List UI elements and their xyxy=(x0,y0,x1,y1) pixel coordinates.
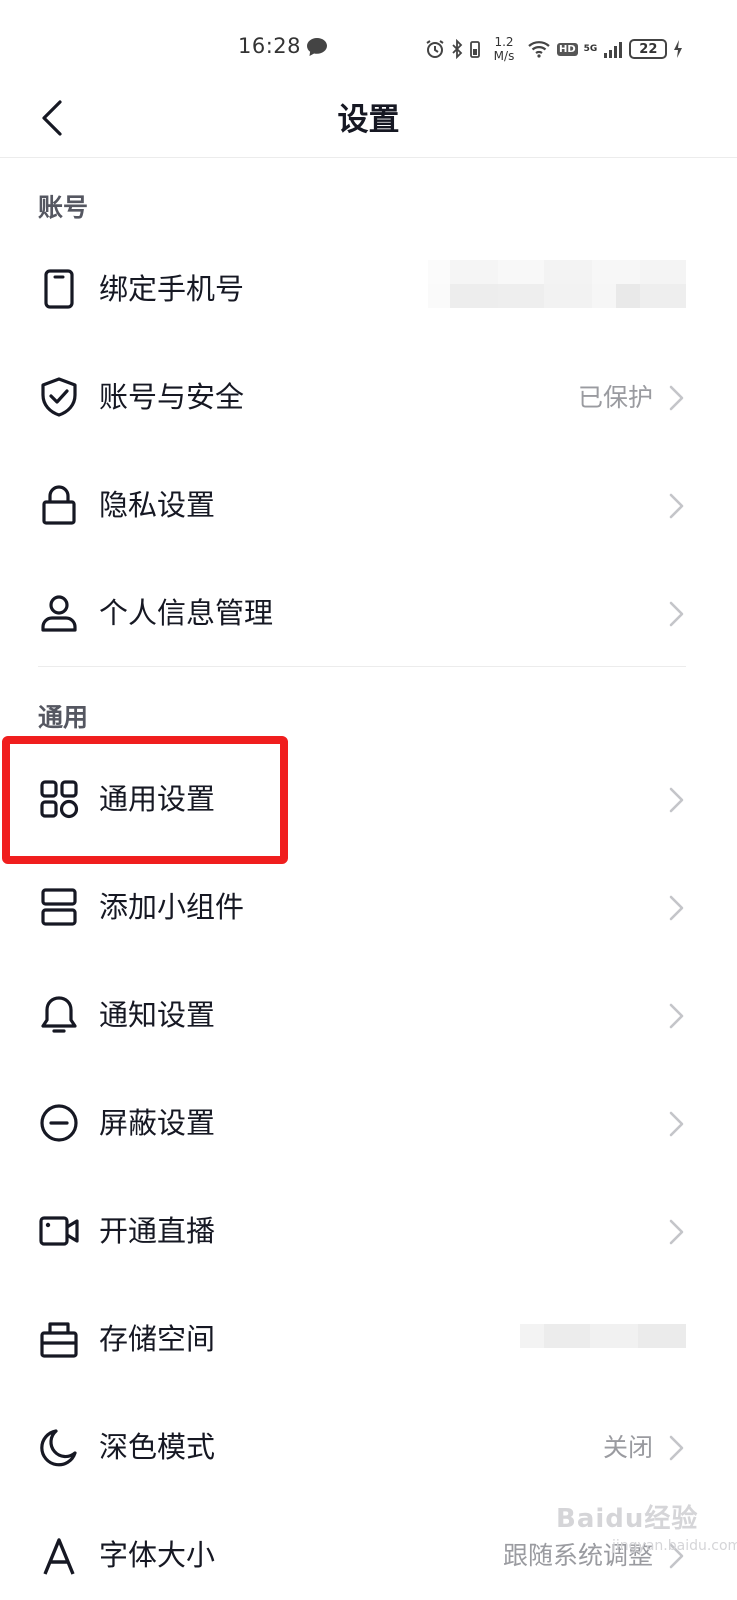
chevron-right-icon xyxy=(669,493,684,519)
row-label: 添加小组件 xyxy=(99,890,245,924)
wifi-icon xyxy=(528,41,550,58)
charging-icon xyxy=(674,40,683,58)
blurred-storage-size xyxy=(520,1324,686,1348)
vibrate-battery-icon xyxy=(470,41,480,58)
watermark-url: jingyan.baidu.com xyxy=(612,1538,737,1554)
blurred-phone-number xyxy=(428,260,686,308)
bluetooth-icon xyxy=(452,39,463,59)
chevron-right-icon xyxy=(669,1003,684,1029)
row-label: 账号与安全 xyxy=(99,380,245,414)
section-header-general: 通用 xyxy=(38,703,89,732)
phone-icon xyxy=(44,269,74,309)
moon-icon xyxy=(40,1429,77,1467)
status-bar: 16:28 1.2 M/s HD 5G 22 xyxy=(0,0,737,92)
row-bind-phone[interactable]: 绑定手机号 xyxy=(0,234,737,342)
row-value: 已保护 xyxy=(577,383,653,412)
person-icon xyxy=(41,595,77,632)
row-label: 屏蔽设置 xyxy=(99,1106,216,1140)
section-header-account: 账号 xyxy=(38,193,89,222)
row-add-widget[interactable]: 添加小组件 xyxy=(0,852,737,960)
status-time: 16:28 xyxy=(238,34,302,58)
row-privacy-settings[interactable]: 隐私设置 xyxy=(0,450,737,558)
chevron-right-icon xyxy=(669,601,684,627)
storage-icon xyxy=(40,1322,78,1358)
alarm-icon xyxy=(426,40,444,58)
speed-unit: M/s xyxy=(493,49,515,63)
row-label: 隐私设置 xyxy=(99,488,216,522)
row-storage[interactable]: 存储空间 xyxy=(0,1284,737,1392)
block-icon xyxy=(40,1104,78,1142)
video-camera-icon xyxy=(39,1216,79,1246)
shield-check-icon xyxy=(41,377,77,417)
status-icons: 1.2 M/s HD 5G 22 xyxy=(425,32,683,66)
font-icon xyxy=(43,1538,75,1575)
row-value: 关闭 xyxy=(602,1433,653,1462)
network-type: 5G xyxy=(583,44,598,54)
speed-value: 1.2 xyxy=(494,35,514,49)
signal-icon xyxy=(604,42,623,58)
section-divider xyxy=(38,666,686,667)
nav-bar: 设置 xyxy=(0,92,737,158)
lock-icon xyxy=(42,485,76,525)
chevron-right-icon xyxy=(669,1111,684,1137)
page-title: 设置 xyxy=(337,102,400,138)
battery-level: 22 xyxy=(639,41,658,57)
row-live-streaming[interactable]: 开通直播 xyxy=(0,1176,737,1284)
row-dark-mode[interactable]: 深色模式 关闭 xyxy=(0,1392,737,1500)
battery-indicator: 22 xyxy=(629,39,668,59)
hd-badge: HD xyxy=(557,42,578,56)
chevron-right-icon xyxy=(669,1219,684,1245)
row-label: 开通直播 xyxy=(99,1214,216,1248)
row-label: 存储空间 xyxy=(99,1322,216,1356)
chat-bubble-icon xyxy=(307,38,327,56)
chevron-right-icon xyxy=(669,787,684,813)
row-label: 深色模式 xyxy=(99,1430,216,1464)
chevron-right-icon xyxy=(669,385,684,411)
row-account-security[interactable]: 账号与安全 已保护 xyxy=(0,342,737,450)
row-block-settings[interactable]: 屏蔽设置 xyxy=(0,1068,737,1176)
watermark-logo: Baidu经验 xyxy=(556,1504,699,1534)
bell-icon xyxy=(41,996,77,1033)
chevron-right-icon xyxy=(669,895,684,921)
row-personal-info[interactable]: 个人信息管理 xyxy=(0,558,737,666)
row-notification-settings[interactable]: 通知设置 xyxy=(0,960,737,1068)
row-label: 绑定手机号 xyxy=(99,272,245,306)
highlight-box xyxy=(2,736,288,864)
chevron-right-icon xyxy=(669,1435,684,1461)
row-label: 字体大小 xyxy=(99,1538,216,1572)
row-label: 通知设置 xyxy=(99,998,216,1032)
network-speed: 1.2 M/s xyxy=(487,35,521,63)
widget-icon xyxy=(41,888,77,926)
row-label: 个人信息管理 xyxy=(99,596,274,630)
